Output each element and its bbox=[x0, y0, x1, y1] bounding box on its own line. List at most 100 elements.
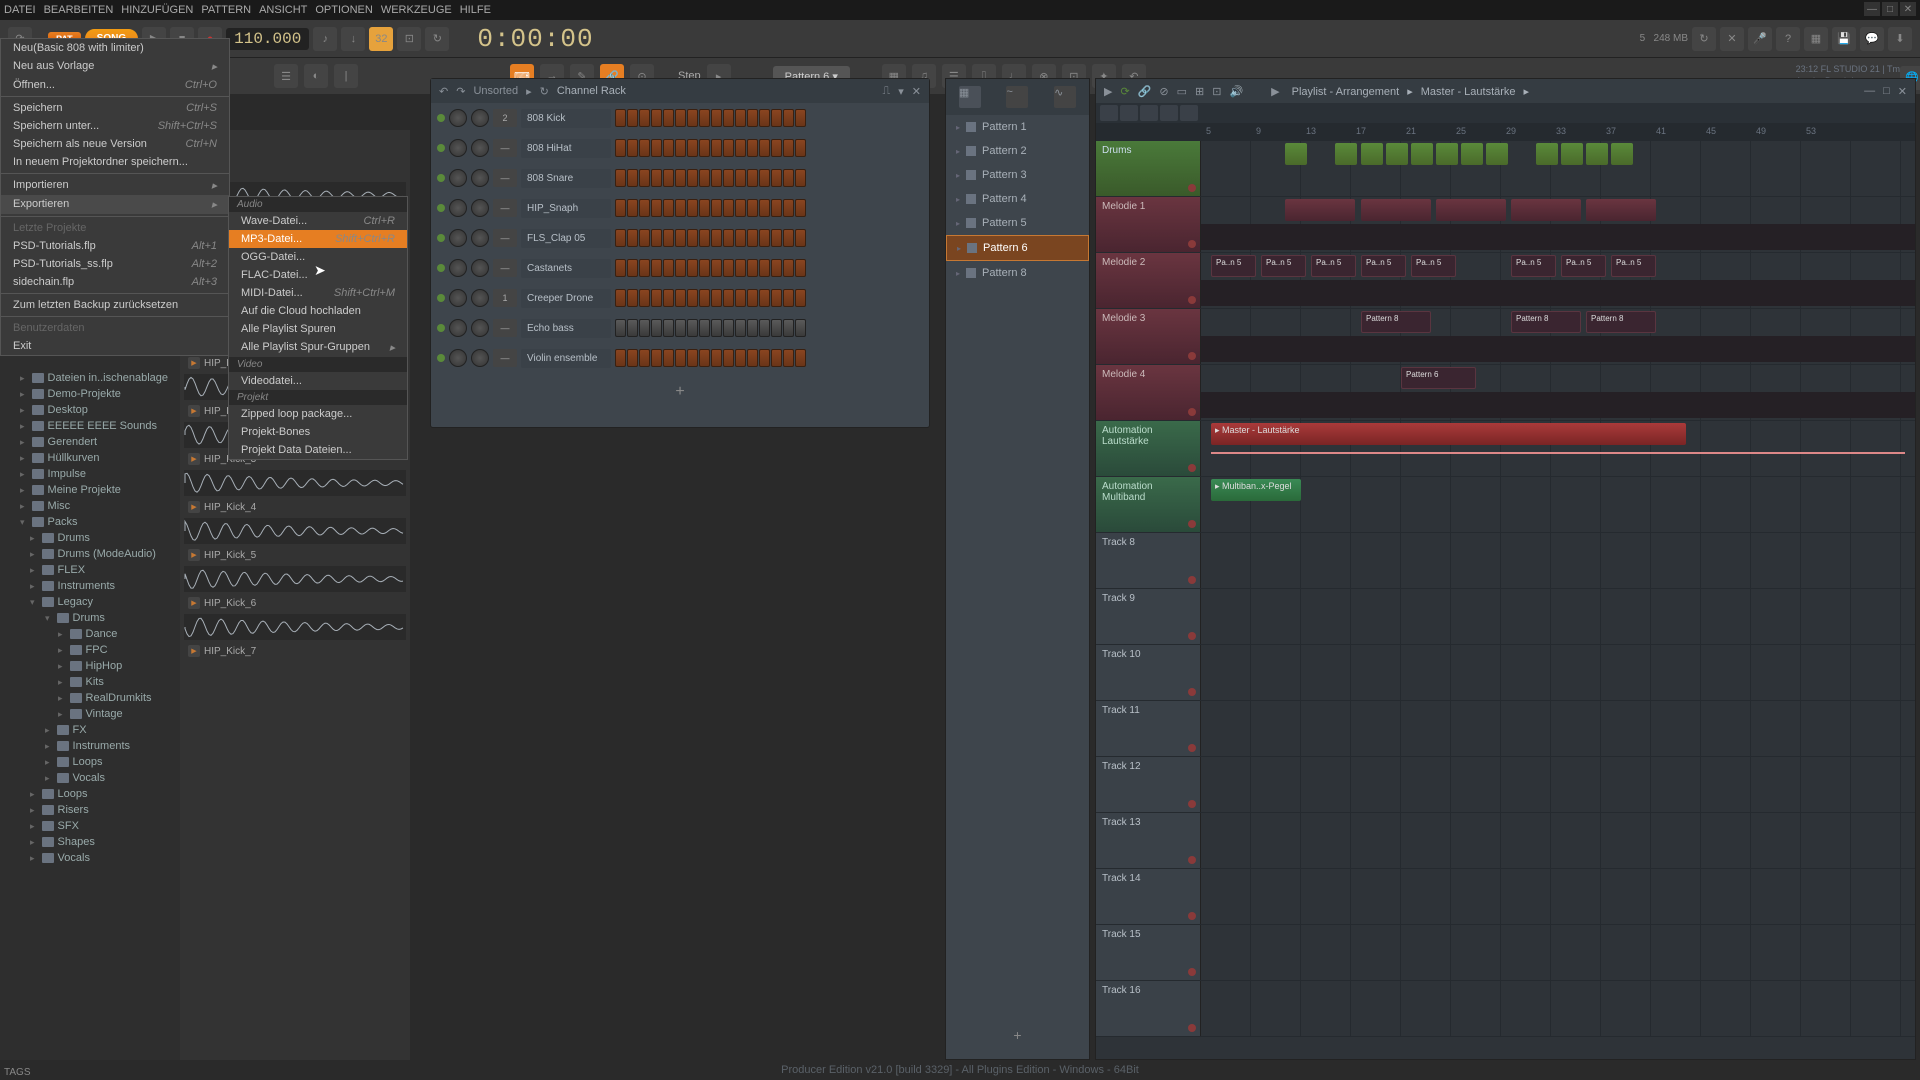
browser-tree-item[interactable]: Drums bbox=[0, 530, 180, 546]
step-button[interactable] bbox=[783, 229, 794, 247]
step-button[interactable] bbox=[675, 139, 686, 157]
help-icon[interactable]: ? bbox=[1776, 27, 1800, 51]
channel-route-button[interactable]: — bbox=[493, 169, 517, 187]
export-menu-item[interactable]: MIDI-Datei...Shift+Ctrl+M bbox=[229, 284, 407, 302]
step-button[interactable] bbox=[699, 319, 710, 337]
snap-icon[interactable]: ◐ bbox=[304, 64, 328, 88]
sample-item[interactable]: ▶HIP_Kick_5 bbox=[180, 546, 410, 564]
play-sample-icon[interactable]: ▶ bbox=[188, 501, 200, 513]
step-button[interactable] bbox=[723, 139, 734, 157]
step-button[interactable] bbox=[639, 139, 650, 157]
browser-tree-item[interactable]: RealDrumkits bbox=[0, 690, 180, 706]
step-button[interactable] bbox=[771, 169, 782, 187]
mic-icon[interactable]: 🎤 bbox=[1748, 27, 1772, 51]
channel-mute-led[interactable] bbox=[437, 324, 445, 332]
step-button[interactable] bbox=[687, 289, 698, 307]
browser-tree-item[interactable]: Misc bbox=[0, 498, 180, 514]
channel-name-button[interactable]: Violin ensemble bbox=[521, 349, 611, 368]
step-button[interactable] bbox=[627, 169, 638, 187]
render-icon[interactable]: 💬 bbox=[1860, 27, 1884, 51]
channel-pan-knob[interactable] bbox=[449, 259, 467, 277]
channel-vol-knob[interactable] bbox=[471, 349, 489, 367]
track-mute-button[interactable] bbox=[1188, 240, 1196, 248]
export-menu-item[interactable]: Alle Playlist Spuren bbox=[229, 320, 407, 338]
picker-auto-tab[interactable]: ∿ bbox=[1054, 86, 1076, 108]
step-button[interactable] bbox=[651, 199, 662, 217]
file-menu-item[interactable]: Exit bbox=[1, 337, 229, 355]
track-mute-button[interactable] bbox=[1188, 408, 1196, 416]
export-menu-item[interactable]: MP3-Datei...Shift+Ctrl+R bbox=[229, 230, 407, 248]
channel-mute-led[interactable] bbox=[437, 294, 445, 302]
track-content[interactable] bbox=[1201, 589, 1915, 644]
step-button[interactable] bbox=[663, 139, 674, 157]
track-area[interactable]: DrumsMelodie 1Melodie 2Pa..n 5Pa..n 5Pa.… bbox=[1096, 141, 1915, 1059]
step-button[interactable] bbox=[735, 349, 746, 367]
step-button[interactable] bbox=[771, 109, 782, 127]
channel-pan-knob[interactable] bbox=[449, 349, 467, 367]
waveform-preview[interactable] bbox=[184, 566, 406, 592]
step-button[interactable] bbox=[759, 169, 770, 187]
step-button[interactable] bbox=[627, 109, 638, 127]
step-button[interactable] bbox=[723, 319, 734, 337]
step-button[interactable] bbox=[639, 229, 650, 247]
step-button[interactable] bbox=[663, 229, 674, 247]
track-mute-button[interactable] bbox=[1188, 352, 1196, 360]
browser-tree-item[interactable]: Shapes bbox=[0, 834, 180, 850]
playlist-clip[interactable] bbox=[1461, 143, 1483, 165]
track-content[interactable] bbox=[1201, 533, 1915, 588]
file-menu-item[interactable]: Speichern unter...Shift+Ctrl+S bbox=[1, 117, 229, 135]
step-button[interactable] bbox=[639, 349, 650, 367]
step-button[interactable] bbox=[639, 259, 650, 277]
file-menu-item[interactable]: SpeichernCtrl+S bbox=[1, 99, 229, 117]
browser-tree-item[interactable]: Dance bbox=[0, 626, 180, 642]
browser-tree-item[interactable]: Impulse bbox=[0, 466, 180, 482]
channel-route-button[interactable]: — bbox=[493, 319, 517, 337]
step-button[interactable] bbox=[711, 289, 722, 307]
step-button[interactable] bbox=[747, 139, 758, 157]
track-content[interactable]: Pattern 8Pattern 8Pattern 8 bbox=[1201, 309, 1915, 364]
channel-vol-knob[interactable] bbox=[471, 259, 489, 277]
track-header[interactable]: Drums bbox=[1096, 141, 1201, 196]
track-content[interactable] bbox=[1201, 981, 1915, 1036]
track-content[interactable] bbox=[1201, 813, 1915, 868]
menu-pattern[interactable]: PATTERN bbox=[201, 4, 251, 16]
step-button[interactable] bbox=[711, 229, 722, 247]
file-menu-item[interactable]: Zum letzten Backup zurücksetzen bbox=[1, 296, 229, 314]
channel-vol-knob[interactable] bbox=[471, 169, 489, 187]
playlist-clip[interactable]: Pattern 6 bbox=[1401, 367, 1476, 389]
step-button[interactable] bbox=[759, 319, 770, 337]
channel-mute-led[interactable] bbox=[437, 174, 445, 182]
playlist-clip[interactable] bbox=[1411, 143, 1433, 165]
step-button[interactable] bbox=[699, 289, 710, 307]
playlist-clip[interactable] bbox=[1436, 199, 1506, 221]
add-pattern-button[interactable]: + bbox=[946, 1019, 1089, 1051]
redo-icon[interactable]: ↷ bbox=[456, 85, 465, 98]
playlist-clip[interactable] bbox=[1436, 143, 1458, 165]
step-button[interactable] bbox=[651, 109, 662, 127]
menu-hinzufugen[interactable]: HINZUFÜGEN bbox=[121, 4, 193, 16]
step-button[interactable] bbox=[711, 109, 722, 127]
pl-close-icon[interactable]: ✕ bbox=[1898, 85, 1907, 98]
channel-pan-knob[interactable] bbox=[449, 229, 467, 247]
menu-hilfe[interactable]: HILFE bbox=[460, 4, 491, 16]
file-menu-item[interactable]: Importieren ▸ bbox=[1, 176, 229, 195]
step-button[interactable] bbox=[747, 199, 758, 217]
channel-mute-led[interactable] bbox=[437, 354, 445, 362]
play-sample-icon[interactable]: ▶ bbox=[188, 357, 200, 369]
file-menu-item[interactable]: Öffnen...Ctrl+O bbox=[1, 76, 229, 94]
step-button[interactable] bbox=[771, 139, 782, 157]
step-button[interactable] bbox=[627, 259, 638, 277]
time-display[interactable]: 0:00:00 bbox=[477, 24, 593, 54]
playlist-clip[interactable]: Pattern 8 bbox=[1361, 311, 1431, 333]
track-header[interactable]: Melodie 2 bbox=[1096, 253, 1201, 308]
menu-datei[interactable]: DATEI bbox=[4, 4, 36, 16]
export-menu-item[interactable]: Alle Playlist Spur-Gruppen ▸ bbox=[229, 338, 407, 357]
automation-clip[interactable]: ▸ Multiban..x-Pegel bbox=[1211, 479, 1301, 501]
step-button[interactable] bbox=[663, 259, 674, 277]
playlist-clip[interactable] bbox=[1561, 143, 1583, 165]
step-button[interactable] bbox=[795, 139, 806, 157]
track-content[interactable] bbox=[1201, 869, 1915, 924]
pl-sync-icon[interactable]: ⟳ bbox=[1120, 85, 1129, 98]
channel-vol-knob[interactable] bbox=[471, 289, 489, 307]
step-button[interactable] bbox=[639, 109, 650, 127]
